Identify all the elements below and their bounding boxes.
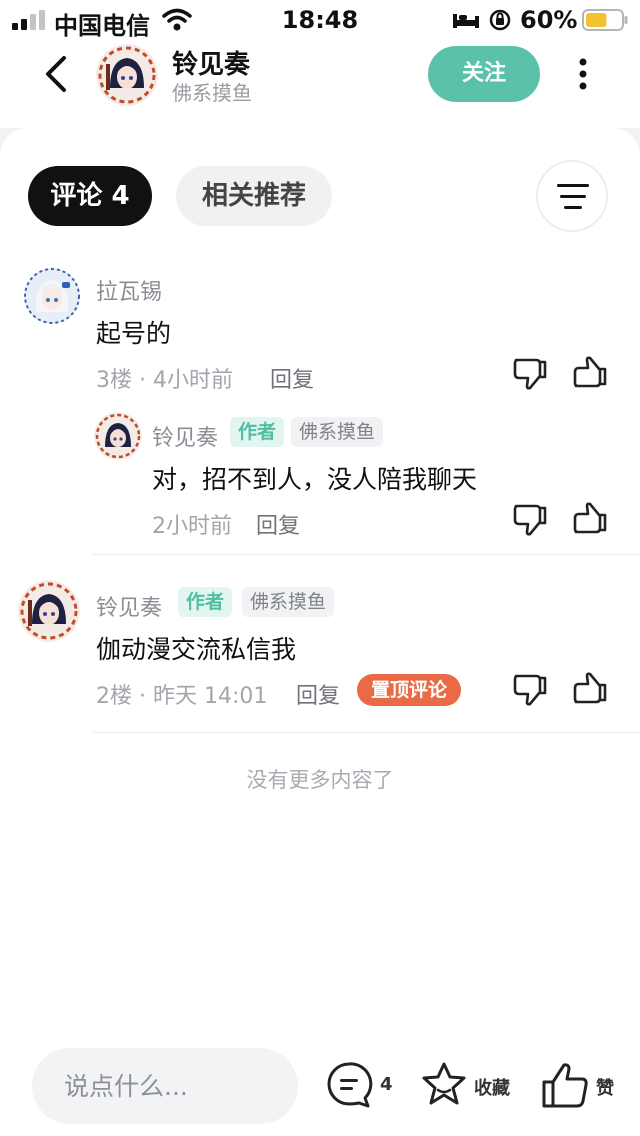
- author-name: 铃见奏: [172, 50, 251, 80]
- battery-percent: 60%: [520, 6, 578, 34]
- like-icon[interactable]: [572, 500, 608, 536]
- flair-badge: 佛系摸鱼: [291, 417, 384, 447]
- status-bar: 中国电信 18:48 60%: [0, 0, 640, 40]
- comment-input[interactable]: [32, 1048, 298, 1124]
- tab-comments[interactable]: 评论 4: [28, 166, 152, 226]
- comment-bubble-icon: [327, 1062, 373, 1108]
- like-icon[interactable]: [572, 354, 608, 390]
- commenter-avatar[interactable]: [24, 268, 80, 324]
- follow-button[interactable]: 关注: [428, 46, 540, 102]
- rotation-lock-icon: [489, 9, 511, 31]
- reply-button[interactable]: 回复: [270, 362, 314, 394]
- star-icon: [422, 1062, 466, 1105]
- comment-count: 4: [380, 1074, 393, 1095]
- reply-button[interactable]: 回复: [256, 508, 300, 540]
- divider: [92, 554, 640, 555]
- favorite-button[interactable]: 收藏: [420, 1060, 520, 1110]
- like-icon[interactable]: [572, 670, 608, 706]
- post-header: 铃见奏 佛系摸鱼 关注: [0, 40, 640, 128]
- bed-icon: [453, 14, 479, 28]
- tab-related[interactable]: 相关推荐: [176, 166, 332, 226]
- flair-badge: 佛系摸鱼: [242, 587, 335, 617]
- comment-text: 伽动漫交流私信我: [96, 635, 297, 664]
- back-arrow-icon[interactable]: [36, 52, 80, 96]
- reply-user-name[interactable]: 铃见奏: [152, 420, 218, 452]
- like-post-button[interactable]: 赞: [540, 1060, 620, 1110]
- author-avatar[interactable]: [96, 44, 158, 106]
- like-label: 赞: [596, 1078, 614, 1099]
- battery-icon: [582, 9, 628, 31]
- reply-text: 对，招不到人，没人陪我聊天: [152, 465, 478, 494]
- sort-button[interactable]: [536, 160, 608, 232]
- dislike-icon[interactable]: [512, 672, 548, 708]
- divider: [92, 732, 640, 733]
- author-subtitle: 佛系摸鱼: [172, 81, 252, 105]
- comment-count-button[interactable]: 4: [324, 1060, 396, 1110]
- dislike-icon[interactable]: [512, 502, 548, 538]
- comments-panel: 评论 4 相关推荐 拉瓦锡 起号的 3楼 · 4小时前 回复 铃见奏 作者 佛系…: [0, 128, 640, 1038]
- author-badge: 作者: [178, 587, 233, 617]
- dislike-icon[interactable]: [512, 356, 548, 392]
- reply-meta: 2小时前: [152, 514, 232, 539]
- favorite-label: 收藏: [474, 1078, 510, 1099]
- commenter-avatar[interactable]: [18, 580, 80, 642]
- end-of-list-text: 没有更多内容了: [246, 768, 394, 792]
- author-badge: 作者: [230, 417, 285, 447]
- reply-avatar[interactable]: [94, 412, 142, 460]
- reply-button[interactable]: 回复: [296, 678, 340, 710]
- comment-meta: 2楼 · 昨天 14:01: [96, 684, 268, 709]
- sort-icon: [557, 184, 589, 209]
- commenter-name[interactable]: 拉瓦锡: [96, 274, 162, 306]
- thumbs-up-icon: [542, 1063, 588, 1108]
- pinned-badge: 置顶评论: [357, 674, 462, 706]
- comment-text: 起号的: [96, 319, 172, 348]
- more-options-icon[interactable]: [568, 54, 598, 94]
- comment-meta: 3楼 · 4小时前: [96, 368, 233, 393]
- commenter-name[interactable]: 铃见奏: [96, 590, 162, 622]
- bottom-bar: 4 收藏 赞: [0, 1036, 640, 1136]
